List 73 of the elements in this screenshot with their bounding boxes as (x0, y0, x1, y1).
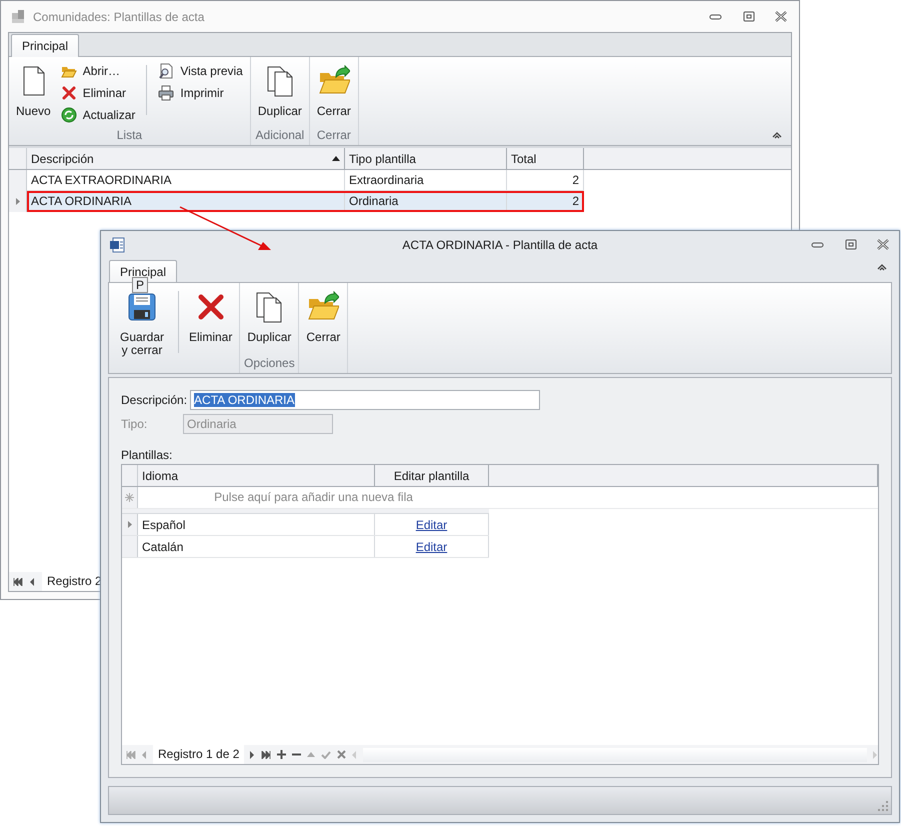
ribbon-button[interactable]: Duplicar (254, 61, 306, 118)
column-header[interactable]: Tipo plantilla (345, 148, 507, 169)
close-icon[interactable] (775, 11, 787, 22)
table-row[interactable]: ACTA ORDINARIA Ordinaria 2 (27, 191, 584, 212)
ribbon-tab[interactable]: Principal (11, 34, 80, 57)
collapse-icon[interactable] (772, 131, 782, 139)
ribbon-button[interactable]: Eliminar (56, 85, 140, 101)
table-cell: Catalán (138, 536, 375, 557)
app-icon (11, 8, 27, 24)
app-icon (109, 236, 125, 252)
cancel-icon[interactable] (337, 750, 346, 759)
group-label: Opciones (243, 355, 296, 372)
separator (178, 291, 179, 353)
separator (146, 65, 148, 115)
resize-grip-icon[interactable] (878, 801, 888, 811)
column-header[interactable]: Descripción (27, 148, 345, 169)
refresh-icon (60, 107, 77, 123)
table-cell: 2 (507, 170, 584, 190)
field-label: Descripción: (121, 393, 188, 407)
section-label: Plantillas: (121, 448, 174, 462)
table-cell: 2 (507, 191, 584, 211)
row-indicator-icon (16, 198, 20, 205)
table-cell: ACTA EXTRAORDINARIA (27, 170, 345, 190)
keytip-badge: P (132, 277, 148, 293)
column-header[interactable]: Editar plantilla (375, 465, 489, 486)
ribbon-button[interactable]: Actualizar (56, 107, 140, 123)
ribbon-button[interactable]: Nuevo (12, 61, 55, 118)
new-row-prompt[interactable]: Pulse aquí para añadir una nueva fila (138, 487, 489, 508)
delete-icon (60, 85, 77, 101)
add-icon[interactable] (277, 750, 286, 759)
field-label: Tipo: (121, 417, 148, 431)
table-cell: ACTA ORDINARIA (27, 191, 345, 211)
minimize-icon[interactable] (811, 240, 825, 248)
table-cell: Extraordinaria (345, 170, 507, 190)
collapse-icon[interactable] (877, 263, 887, 271)
new-row-icon (125, 493, 134, 502)
ribbon-button[interactable]: Cerrar (302, 287, 344, 344)
column-header[interactable]: Total (507, 148, 584, 169)
window-title: Comunidades: Plantillas de acta (33, 10, 204, 24)
maximize-icon[interactable] (845, 239, 857, 250)
column-header[interactable]: Idioma (138, 465, 375, 486)
ribbon-button[interactable]: Eliminar (185, 287, 236, 344)
group-label: Cerrar (316, 127, 352, 144)
first-record-icon[interactable] (13, 578, 23, 586)
maximize-icon[interactable] (743, 11, 755, 22)
print-icon (158, 85, 174, 101)
save-icon (126, 291, 158, 323)
ribbon-button[interactable]: Abrir… (56, 63, 140, 79)
edit-link[interactable]: Editar (416, 518, 448, 532)
ribbon-button[interactable]: Imprimir (154, 85, 247, 101)
window-title: ACTA ORDINARIA - Plantilla de acta (402, 238, 598, 252)
record-counter: Registro 1 de 2 (153, 745, 244, 764)
group-label: Lista (116, 127, 144, 144)
ribbon-button[interactable]: Vista previa (154, 63, 247, 79)
minimize-icon[interactable] (709, 12, 723, 20)
check-icon[interactable] (321, 750, 332, 758)
ribbon-button[interactable]: Duplicar (243, 287, 296, 344)
group-label: Adicional (254, 127, 306, 144)
sort-icon (332, 155, 340, 162)
edit-link[interactable]: Editar (416, 540, 448, 554)
description-field[interactable]: ACTA ORDINARIA (190, 390, 540, 410)
table-cell: Ordinaria (345, 191, 507, 211)
previous-record-icon[interactable] (30, 578, 35, 586)
row-header[interactable] (122, 514, 138, 535)
row-indicator-icon (128, 521, 132, 528)
table-cell: Español (138, 514, 375, 535)
preview-icon (158, 63, 174, 79)
next-record-icon[interactable] (250, 750, 256, 758)
close-icon[interactable] (877, 239, 889, 250)
ribbon-button[interactable]: Cerrar (312, 61, 355, 118)
row-header[interactable] (9, 191, 27, 212)
remove-icon[interactable] (292, 753, 302, 756)
last-record-icon[interactable] (261, 750, 272, 758)
